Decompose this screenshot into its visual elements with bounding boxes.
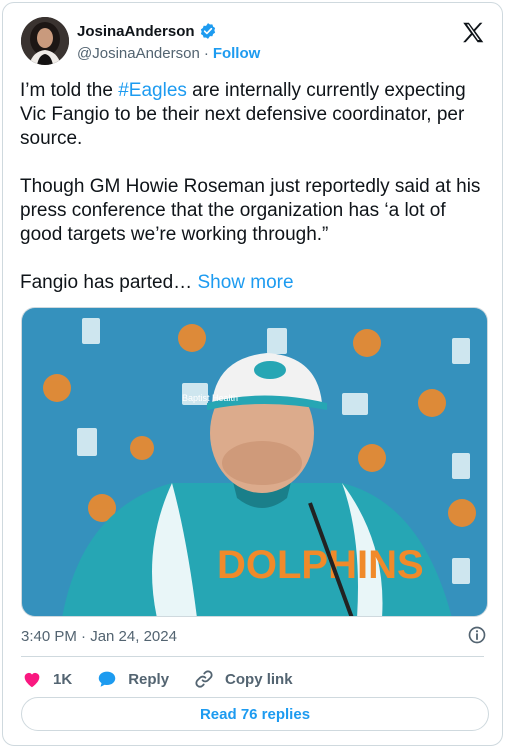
press-conference-photo: DOLPHINS Baptist Health (22, 308, 487, 616)
author-display-name[interactable]: JosinaAnderson (77, 23, 195, 40)
tweet-header: JosinaAnderson @JosinaAnderson · Follow (21, 17, 488, 67)
heart-icon (24, 672, 40, 688)
copy-link-button[interactable]: Copy link (193, 668, 293, 690)
tweet-text-part2: are internally currently expecting Vic F… (20, 80, 481, 293)
read-replies-button[interactable]: Read 76 replies (21, 697, 489, 731)
author-name-row: JosinaAnderson (77, 22, 217, 40)
x-logo-icon[interactable] (460, 20, 486, 46)
like-count: 1K (53, 670, 73, 688)
like-button[interactable]: 1K (21, 668, 72, 690)
follow-button[interactable]: Follow (213, 45, 261, 62)
reply-label: Reply (128, 670, 170, 688)
copy-link-label: Copy link (225, 670, 293, 688)
avatar-image (21, 17, 69, 65)
timestamp-row: 3:40 PM · Jan 24, 2024 (21, 625, 489, 645)
link-icon (195, 670, 213, 688)
verified-badge-icon (200, 23, 215, 39)
tweet-text-part1: I’m told the (20, 80, 119, 101)
divider (21, 656, 484, 657)
info-icon[interactable] (467, 625, 487, 645)
author-handle-row: @JosinaAnderson · Follow (77, 45, 260, 62)
jersey-lettering: DOLPHINS (217, 543, 424, 587)
tweet-text: I’m told the #Eagles are internally curr… (20, 79, 490, 295)
read-replies-label: Read 76 replies (199, 705, 311, 723)
author-handle[interactable]: @JosinaAnderson (77, 45, 200, 62)
tweet-photo[interactable]: DOLPHINS Baptist Health (21, 307, 488, 617)
avatar[interactable] (21, 17, 69, 65)
hashtag-eagles-link[interactable]: #Eagles (118, 80, 187, 101)
timestamp-link[interactable]: 3:40 PM · Jan 24, 2024 (21, 628, 177, 645)
show-more-link[interactable]: Show more (197, 272, 293, 293)
reply-button[interactable]: Reply (96, 668, 169, 690)
tweet-embed-card: JosinaAnderson @JosinaAnderson · Follow … (2, 2, 503, 746)
backdrop-sponsor-text: Baptist Health (182, 393, 238, 403)
separator-dot: · (203, 45, 209, 62)
reply-bubble-icon (98, 671, 116, 687)
tweet-actions: 1K Reply Copy link (21, 666, 317, 692)
